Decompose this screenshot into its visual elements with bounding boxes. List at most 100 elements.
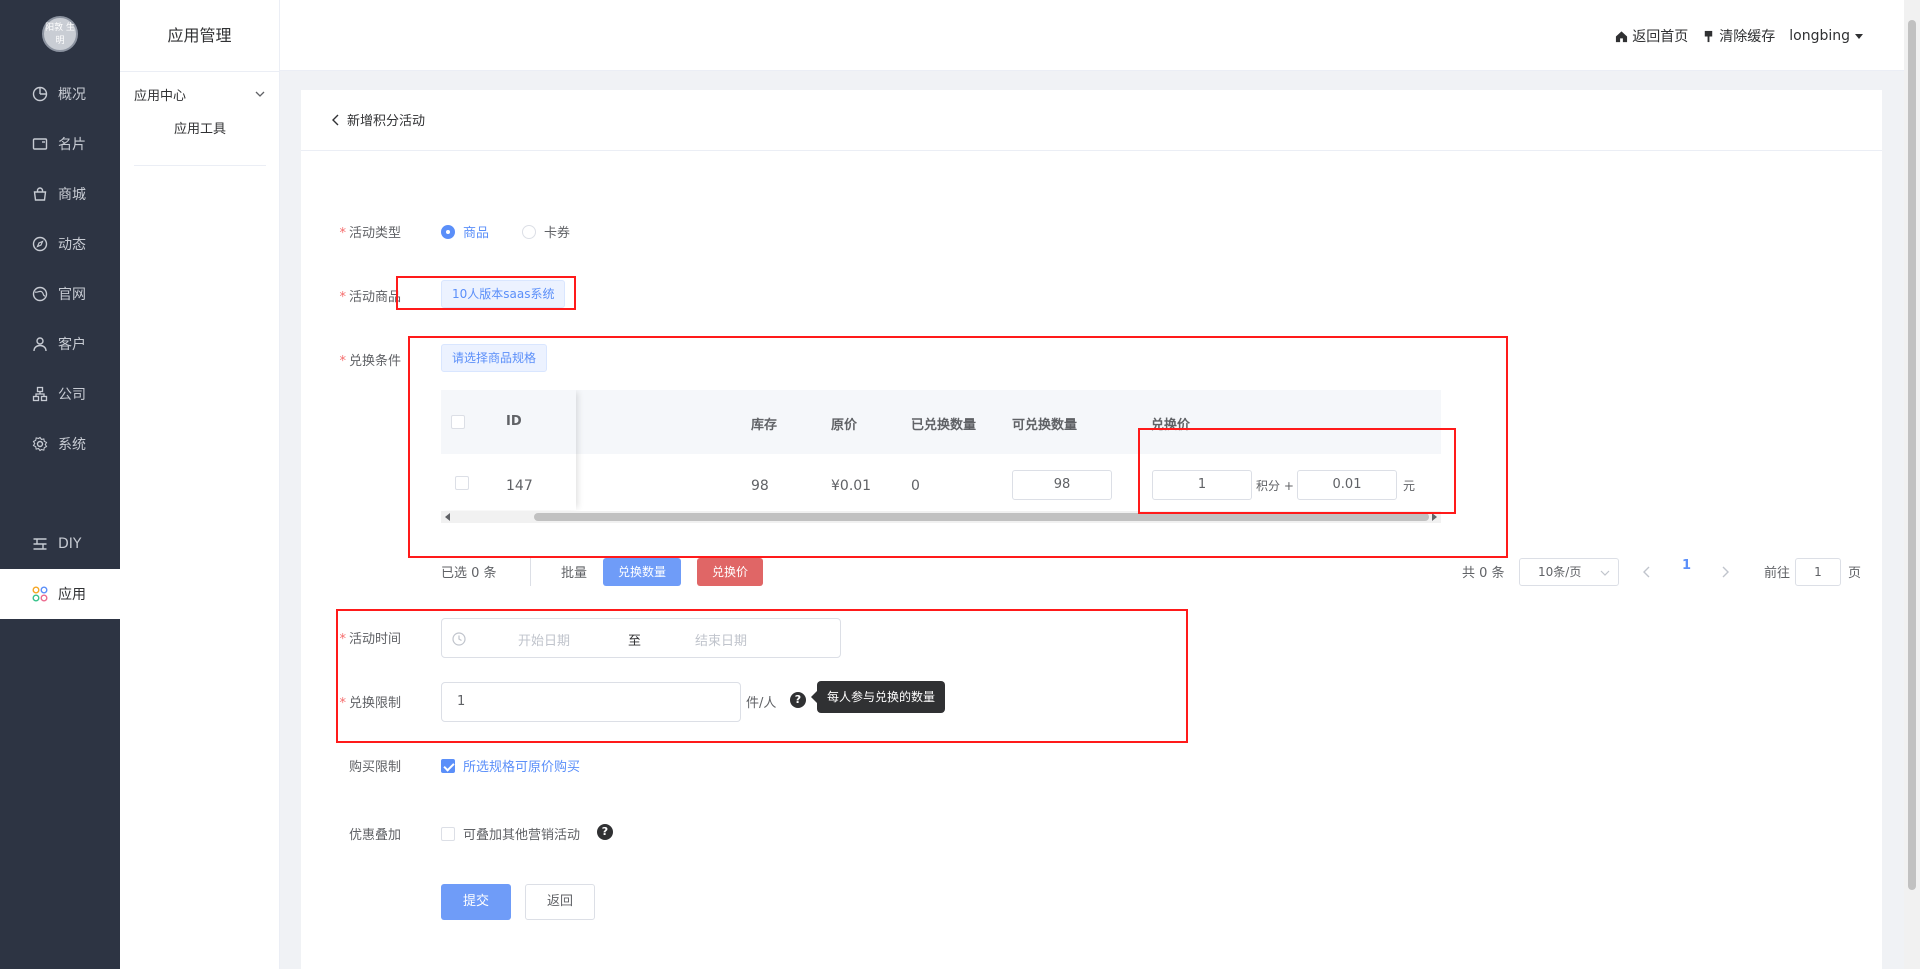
th-available: 可兑换数量 xyxy=(1012,418,1078,433)
sub-group-label: 应用中心 xyxy=(134,88,187,104)
radio-coupon[interactable]: 卡券 xyxy=(522,222,570,241)
date-range-picker[interactable]: 开始日期 至 结束日期 xyxy=(441,618,841,658)
back-breadcrumb[interactable]: 新增积分活动 xyxy=(331,110,425,129)
spec-table: ID 库存 原价 已兑换数量 可兑换数量 兑换价 147 98 ¥0.01 0 … xyxy=(441,390,1441,520)
nav-item-news[interactable]: 动态 xyxy=(0,219,120,269)
compass-icon xyxy=(32,236,48,252)
chevron-down-icon xyxy=(255,91,265,97)
nav-item-apps[interactable]: 应用 xyxy=(0,569,120,619)
buy-limit-checkbox[interactable]: 所选规格可原价购买 xyxy=(441,756,580,775)
goto-page-input[interactable]: 1 xyxy=(1795,558,1841,586)
home-link[interactable]: 返回首页 xyxy=(1615,26,1688,46)
nav-item-system[interactable]: 系统 xyxy=(0,419,120,469)
goods-tag[interactable]: 10人版本saas系统 xyxy=(441,280,566,308)
limit-input[interactable]: 1 xyxy=(441,682,741,722)
apps-icon xyxy=(32,586,48,602)
nav-item-card[interactable]: 名片 xyxy=(0,119,120,169)
radio-goods[interactable]: 商品 xyxy=(441,222,489,241)
start-date-placeholder[interactable]: 开始日期 xyxy=(518,630,570,649)
nav-item-website[interactable]: 官网 xyxy=(0,269,120,319)
nav-item-mall[interactable]: 商城 xyxy=(0,169,120,219)
scroll-thumb[interactable] xyxy=(1908,20,1916,890)
scroll-right-icon[interactable] xyxy=(1430,513,1438,521)
page-number-current[interactable]: 1 xyxy=(1682,558,1691,573)
help-icon[interactable]: ? xyxy=(597,824,613,840)
sub-item-app-tools[interactable]: 应用工具 xyxy=(120,118,280,137)
nav-item-diy[interactable]: DIY xyxy=(0,519,120,569)
nav-item-customer[interactable]: 客户 xyxy=(0,319,120,369)
vertical-scrollbar[interactable] xyxy=(1904,0,1920,969)
horizontal-scrollbar[interactable] xyxy=(441,511,1441,523)
logo[interactable]: 阳敦 生明 xyxy=(42,16,78,52)
td-id: 147 xyxy=(506,478,533,494)
td-exchanged: 0 xyxy=(911,478,920,494)
sub-sidebar-title: 应用管理 xyxy=(120,0,279,72)
sub-sidebar: 应用管理 应用中心 应用工具 xyxy=(120,0,280,969)
main-card: 新增积分活动 * 活动类型 商品 卡券 * 活动商品 10人版本saas系统 * 兑换… xyxy=(301,90,1882,969)
main-nav: 阳敦 生明 概况 名片 商城 动态 官网 客户 公司 系统 DIY 应用 xyxy=(0,0,120,969)
th-id: ID xyxy=(506,414,522,429)
next-page-icon[interactable] xyxy=(1720,566,1730,578)
points-unit: 积分 + xyxy=(1256,479,1294,493)
select-spec-button[interactable]: 请选择商品规格 xyxy=(441,344,548,372)
caret-down-icon xyxy=(1855,34,1863,39)
submit-button[interactable]: 提交 xyxy=(441,884,511,920)
scroll-thumb[interactable] xyxy=(534,513,1429,521)
nav-item-overview[interactable]: 概况 xyxy=(0,69,120,119)
nav-label: 客户 xyxy=(58,337,86,353)
stack-checkbox[interactable]: 可叠加其他营销活动 xyxy=(441,824,580,843)
home-icon xyxy=(1616,30,1628,42)
clear-cache-label: 清除缓存 xyxy=(1719,29,1776,45)
goto-label: 前往 xyxy=(1764,566,1791,581)
limit-unit: 件/人 xyxy=(746,696,777,711)
page-size-value: 10条/页 xyxy=(1538,565,1582,579)
goods-label: * 活动商品 xyxy=(339,290,401,305)
row-checkbox[interactable] xyxy=(455,476,469,490)
username: longbing xyxy=(1789,28,1850,44)
nav-label: DIY xyxy=(58,536,82,552)
chevron-down-icon xyxy=(1600,570,1610,576)
top-header: 返回首页 清除缓存 longbing xyxy=(280,0,1904,71)
buy-label: 购买限制 xyxy=(348,760,401,775)
home-link-label: 返回首页 xyxy=(1632,29,1689,45)
cash-input[interactable]: 0.01 xyxy=(1297,470,1397,500)
help-icon[interactable]: ? xyxy=(790,692,806,708)
card-icon xyxy=(32,138,48,150)
nav-label: 概况 xyxy=(58,87,86,103)
nav-label: 公司 xyxy=(58,387,86,403)
prev-page-icon[interactable] xyxy=(1642,566,1652,578)
brush-icon xyxy=(1705,30,1713,42)
select-all-checkbox[interactable] xyxy=(451,415,465,429)
th-price: 原价 xyxy=(831,418,858,433)
user-icon xyxy=(33,337,47,352)
header-divider xyxy=(301,150,1882,151)
clear-cache-link[interactable]: 清除缓存 xyxy=(1702,26,1775,46)
sub-group-app-center[interactable]: 应用中心 xyxy=(134,82,266,106)
available-qty-input[interactable]: 98 xyxy=(1012,470,1112,500)
back-button[interactable]: 返回 xyxy=(525,884,595,920)
page-title: 新增积分活动 xyxy=(347,114,426,129)
type-label: * 活动类型 xyxy=(339,226,401,241)
points-input[interactable]: 1 xyxy=(1152,470,1252,500)
th-exchange-price: 兑换价 xyxy=(1151,418,1191,433)
nav-label: 官网 xyxy=(58,287,86,303)
divider xyxy=(134,165,266,166)
range-separator: 至 xyxy=(628,634,642,649)
nav-label: 应用 xyxy=(58,587,86,603)
user-menu[interactable]: longbing xyxy=(1789,28,1864,44)
page-size-select[interactable]: 10条/页 xyxy=(1519,558,1619,586)
nav-item-company[interactable]: 公司 xyxy=(0,369,120,419)
end-date-placeholder[interactable]: 结束日期 xyxy=(695,630,747,649)
scroll-left-icon[interactable] xyxy=(444,513,452,521)
nav-label: 名片 xyxy=(58,137,86,153)
limit-tooltip: 每人参与兑换的数量 xyxy=(810,681,946,713)
clock-icon xyxy=(452,632,466,646)
stack-label: 优惠叠加 xyxy=(348,828,401,843)
pie-chart-icon xyxy=(32,86,48,102)
cond-label: * 兑换条件 xyxy=(339,354,401,369)
batch-price-button[interactable]: 兑换价 xyxy=(697,558,764,586)
th-exchanged: 已兑换数量 xyxy=(911,418,977,433)
divider xyxy=(530,558,531,586)
chevron-left-icon xyxy=(332,114,339,125)
batch-qty-button[interactable]: 兑换数量 xyxy=(603,558,682,586)
